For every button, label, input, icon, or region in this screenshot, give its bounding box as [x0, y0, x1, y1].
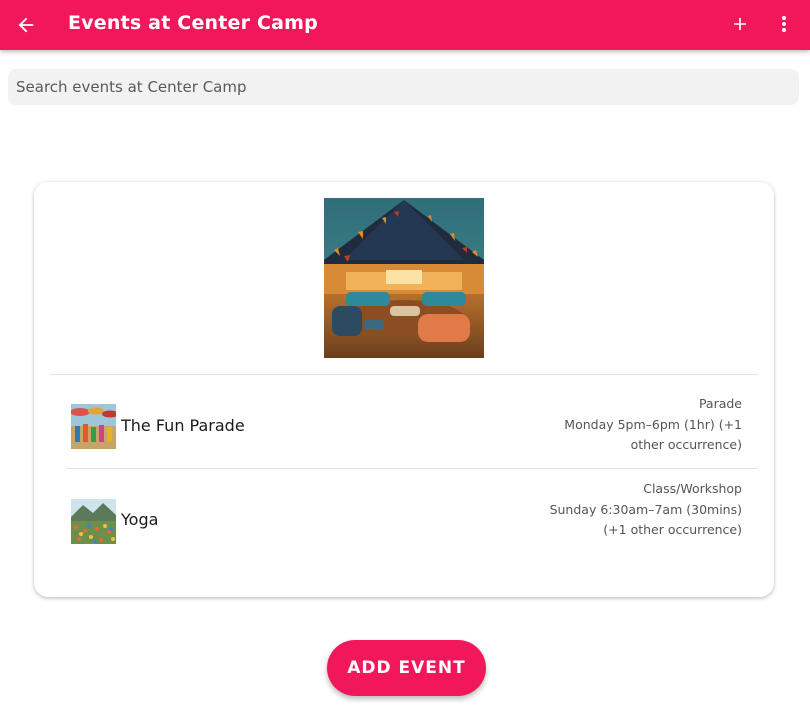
page-title: Events at Center Camp	[68, 12, 318, 34]
event-meta: Parade Monday 5pm–6pm (1hr) (+1 other oc…	[542, 394, 742, 456]
event-schedule: Sunday 6:30am–7am (30mins) (+1 other occ…	[549, 501, 742, 538]
event-row[interactable]: Yoga Class/Workshop Sunday 6:30am–7am (3…	[66, 479, 742, 565]
add-event-button[interactable]: ADD EVENT	[327, 640, 486, 696]
parade-thumbnail	[71, 404, 116, 449]
app-bar: Events at Center Camp	[0, 0, 810, 50]
divider	[66, 468, 758, 469]
add-button[interactable]	[727, 11, 753, 37]
event-row[interactable]: The Fun Parade Parade Monday 5pm–6pm (1h…	[66, 394, 742, 460]
arrow-left-icon	[18, 17, 34, 33]
yoga-thumbnail	[71, 499, 116, 544]
event-category: Parade	[698, 396, 742, 411]
plus-icon	[734, 18, 746, 30]
event-schedule: Monday 5pm–6pm (1hr) (+1 other occurrenc…	[564, 416, 742, 453]
event-name: The Fun Parade	[121, 416, 245, 435]
event-category: Class/Workshop	[643, 481, 742, 496]
more-vert-icon	[782, 16, 786, 32]
event-meta: Class/Workshop Sunday 6:30am–7am (30mins…	[542, 479, 742, 541]
event-name: Yoga	[121, 510, 159, 529]
camp-card: The Fun Parade Parade Monday 5pm–6pm (1h…	[34, 182, 774, 597]
search-input[interactable]	[8, 69, 799, 105]
back-button[interactable]	[12, 11, 40, 39]
center-camp-tent-image	[324, 198, 484, 358]
more-options-button[interactable]	[772, 11, 796, 37]
divider	[50, 374, 758, 375]
